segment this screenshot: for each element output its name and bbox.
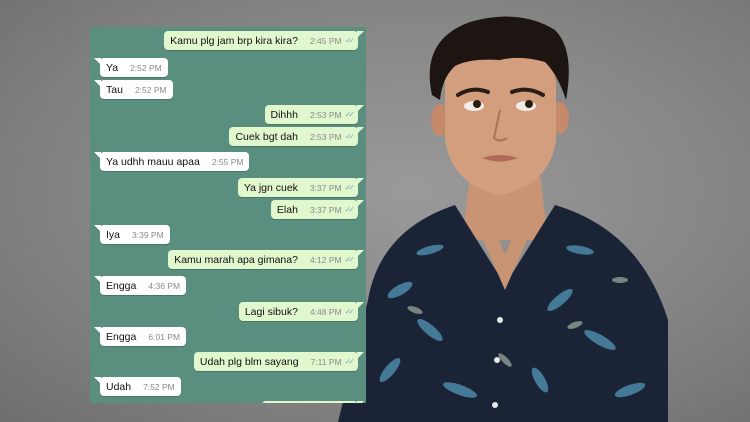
chat-panel: Kamu plg jam brp kira kira? 2:45 PM ✓✓ Y… [90,27,366,403]
message-time: 2:55 PM [211,156,244,167]
message-time: 4:12 PM [309,254,342,265]
message-bubble: Engga 4:36 PM [93,276,187,295]
double-check-icon: ✓✓ [344,132,356,141]
message-text: Ya [106,61,119,74]
double-check-icon: ✓✓ [344,255,356,264]
message-bubble: Engga 6:01 PM [93,327,187,346]
double-check-icon: ✓✓ [344,36,356,45]
message-time: 2:45 PM [309,35,342,46]
message-bubble: Iya 3:39 PM [94,225,170,244]
message-text: Kamu plg jam brp kira kira? [170,34,298,47]
message-time: 3:39 PM [132,229,164,240]
message-text: Engga [106,330,137,343]
message-text: Engga [106,279,137,292]
message-text: Tau [106,83,123,96]
message-time: 2:53 PM [309,109,342,120]
message-bubble: Udah plg blm sayang 7:11 PM ✓✓ [193,352,365,371]
message-text: Elah [276,203,298,216]
message-bubble: Kamu plg jam brp kira kira? 2:45 PM ✓✓ [164,31,364,50]
message-bubble: Lagi sibuk? 4:48 PM ✓✓ [238,302,365,321]
message-bubble: Ya jgn cuek 3:37 PM ✓✓ [237,178,365,197]
message-bubble: Ya udhh mauu apaa 2:55 PM [93,152,250,171]
message-time: 4:36 PM [148,280,181,291]
message-text: Ya udhh mauu apaa [106,155,200,168]
message-text: Kamu marah apa gimana? [174,253,298,266]
message-text: Udah plg blm sayang [199,355,299,368]
double-check-icon: ✓✓ [344,205,356,214]
message-bubble: Kamu marah apa gimana? 4:12 PM ✓✓ [168,250,364,269]
message-text: Ya jgn cuek [243,181,298,194]
message-time: 3:37 PM [309,204,342,215]
message-bubble-partial [262,401,364,403]
message-time: 2:53 PM [309,131,342,142]
message-text: Dihhh [270,108,298,121]
double-check-icon: ✓✓ [344,183,356,192]
message-time: 2:52 PM [134,84,167,95]
message-bubble: Udah 7:52 PM [94,377,181,396]
double-check-icon: ✓✓ [344,307,356,316]
message-time: 4:48 PM [309,306,342,317]
message-time: 7:11 PM [310,356,342,367]
message-bubble: Ya 2:52 PM [94,58,168,77]
message-bubble: Cuek bgt dah 2:53 PM ✓✓ [229,127,364,146]
message-bubble: Dihhh 2:53 PM ✓✓ [264,105,364,124]
message-text: Udah [106,380,132,393]
message-bubble: Tau 2:52 PM [94,80,173,99]
message-time: 6:01 PM [148,331,181,342]
message-bubble: Elah 3:37 PM ✓✓ [270,200,365,219]
message-time: 3:37 PM [309,182,342,193]
message-text: Lagi sibuk? [244,305,298,318]
message-text: Cuek bgt dah [235,130,298,143]
double-check-icon: ✓✓ [344,110,356,119]
message-text: Iya [106,228,121,241]
message-time: 7:52 PM [143,381,175,392]
double-check-icon: ✓✓ [344,357,356,366]
message-time: 2:52 PM [130,62,162,73]
